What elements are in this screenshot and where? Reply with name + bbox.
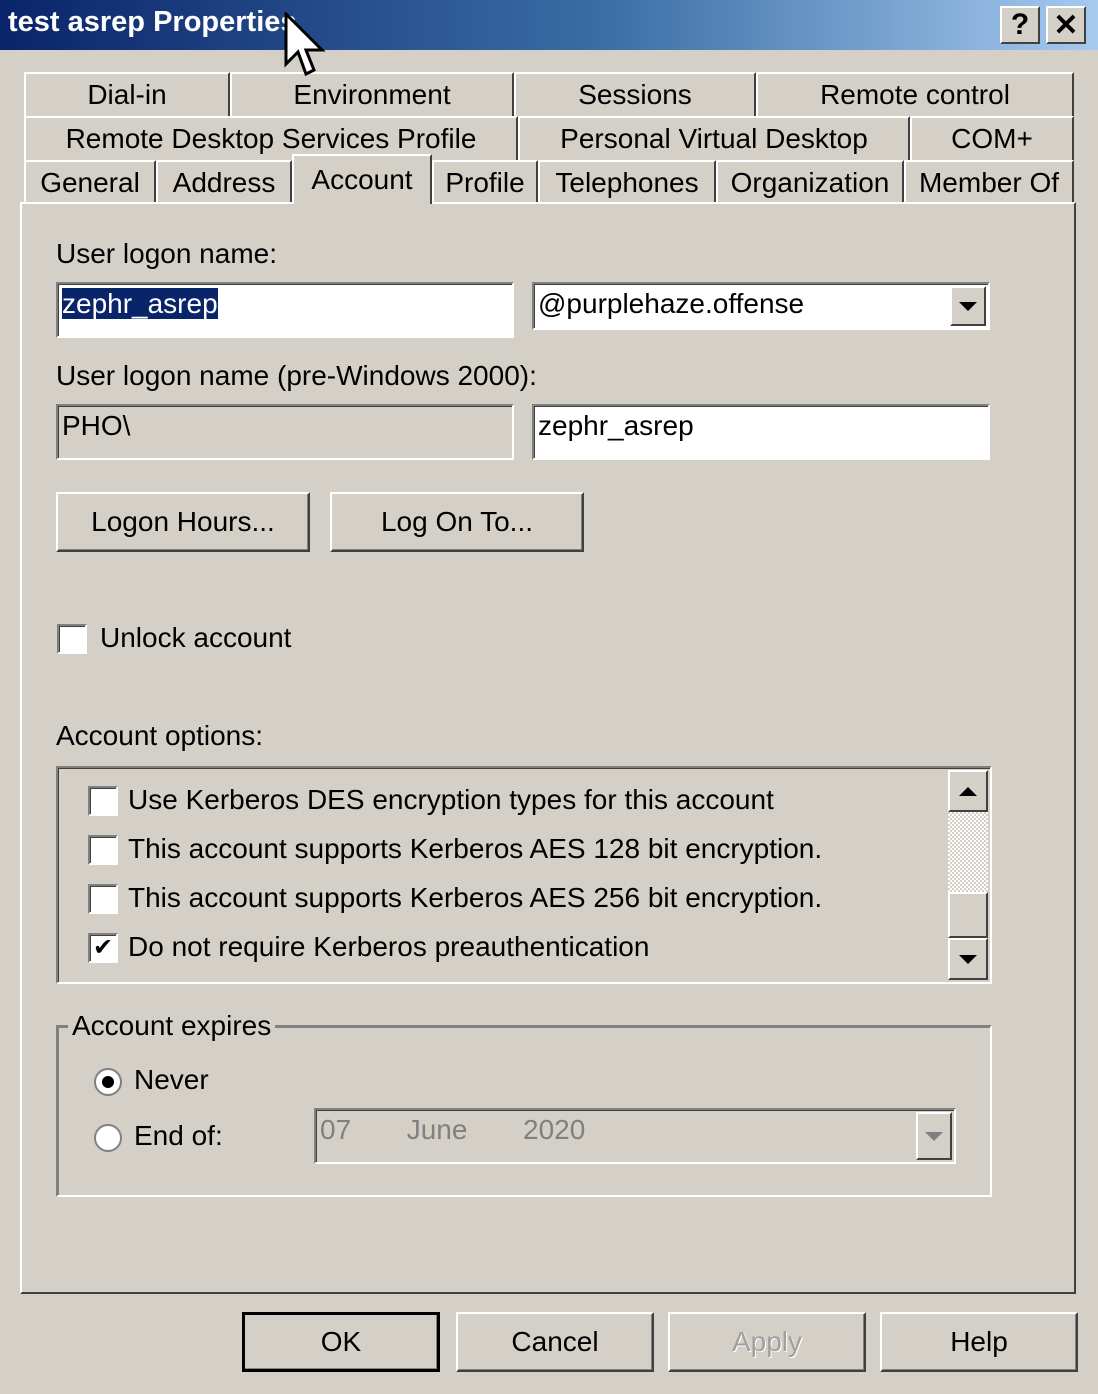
tab-rds-profile[interactable]: Remote Desktop Services Profile — [24, 116, 518, 160]
end-of-radio[interactable] — [94, 1124, 122, 1152]
tab-organization[interactable]: Organization — [716, 160, 904, 204]
unlock-account-label: Unlock account — [100, 622, 292, 653]
pre2000-domain-field: PHO\ — [56, 404, 514, 460]
domain-suffix-select[interactable]: @purplehaze.offense — [532, 282, 990, 330]
logon-hours-button[interactable]: Logon Hours... — [56, 492, 310, 552]
apply-button[interactable]: Apply — [668, 1312, 866, 1372]
help-button[interactable]: Help — [880, 1312, 1078, 1372]
close-icon[interactable]: ✕ — [1046, 6, 1086, 44]
option-no-preauth-label: Do not require Kerberos preauthenticatio… — [128, 931, 650, 962]
date-year: 2020 — [523, 1114, 586, 1145]
scroll-up-button[interactable] — [948, 770, 988, 812]
tab-telephones[interactable]: Telephones — [538, 160, 716, 204]
option-aes256-checkbox[interactable] — [88, 884, 118, 914]
option-aes256-label: This account supports Kerberos AES 256 b… — [128, 882, 823, 913]
option-aes128-checkbox[interactable] — [88, 835, 118, 865]
tab-remote-control[interactable]: Remote control — [756, 72, 1074, 116]
pre2000-user-input[interactable]: zephr_asrep — [532, 404, 990, 460]
date-month: June — [406, 1114, 468, 1145]
date-day: 07 — [320, 1114, 352, 1145]
tab-member-of[interactable]: Member Of — [904, 160, 1074, 204]
chevron-down-icon[interactable] — [950, 286, 986, 326]
end-of-label: End of: — [134, 1120, 223, 1151]
account-expires-label: Account expires — [68, 1010, 276, 1042]
ok-button[interactable]: OK — [242, 1312, 440, 1372]
end-of-date-picker: 07 June 2020 — [314, 1108, 956, 1164]
scrollbar-track[interactable] — [948, 812, 988, 892]
account-options-label: Account options: — [56, 720, 264, 751]
log-on-to-button[interactable]: Log On To... — [330, 492, 584, 552]
never-radio[interactable] — [94, 1068, 122, 1096]
date-dropdown-icon — [916, 1112, 952, 1160]
mouse-cursor-icon — [284, 12, 326, 77]
option-no-preauth-checkbox[interactable]: ✔ — [88, 933, 118, 963]
logon-name-label: User logon name: — [56, 238, 278, 269]
option-aes128-label: This account supports Kerberos AES 128 b… — [128, 833, 823, 864]
scroll-down-button[interactable] — [948, 938, 988, 980]
logon-name-value: zephr_asrep — [62, 288, 218, 319]
scrollbar-thumb[interactable] — [948, 892, 988, 938]
tab-address[interactable]: Address — [156, 160, 292, 204]
window-title: test asrep Properties — [8, 6, 297, 38]
option-des-label: Use Kerberos DES encryption types for th… — [128, 784, 774, 815]
cancel-button[interactable]: Cancel — [456, 1312, 654, 1372]
domain-suffix-value: @purplehaze.offense — [538, 288, 805, 319]
tab-personal-virtual-desktop[interactable]: Personal Virtual Desktop — [518, 116, 910, 160]
logon-name-input[interactable]: zephr_asrep — [56, 282, 514, 338]
never-label: Never — [134, 1064, 209, 1095]
unlock-account-checkbox[interactable] — [57, 624, 87, 654]
tab-account[interactable]: Account — [292, 154, 432, 204]
check-icon: ✔ — [92, 934, 114, 961]
tab-general[interactable]: General — [24, 160, 156, 204]
tab-profile[interactable]: Profile — [432, 160, 538, 204]
option-des-checkbox[interactable] — [88, 786, 118, 816]
tab-com-plus[interactable]: COM+ — [910, 116, 1074, 160]
tab-environment[interactable]: Environment — [230, 72, 514, 116]
pre2000-label: User logon name (pre-Windows 2000): — [56, 360, 537, 391]
help-icon[interactable]: ? — [1000, 6, 1040, 44]
tab-dial-in[interactable]: Dial-in — [24, 72, 230, 116]
tab-sessions[interactable]: Sessions — [514, 72, 756, 116]
